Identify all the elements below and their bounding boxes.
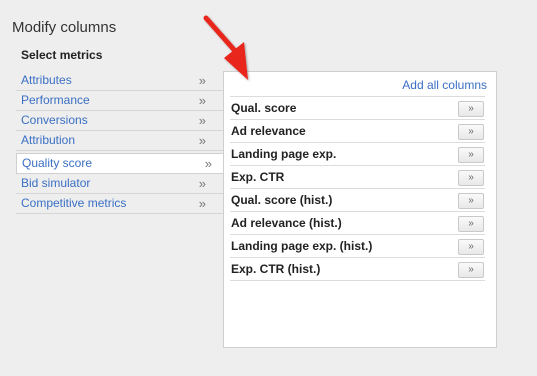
add-column-button[interactable]: » <box>458 170 484 186</box>
select-metrics-heading: Select metrics <box>21 48 103 62</box>
double-chevron-icon: » <box>198 93 206 108</box>
double-chevron-icon: » <box>204 156 212 171</box>
metric-row-qual-score: Qual. score » <box>230 96 485 119</box>
add-column-button[interactable]: » <box>458 262 484 278</box>
metric-label: Exp. CTR (hist.) <box>231 262 321 276</box>
metric-label: Exp. CTR <box>231 170 285 184</box>
double-chevron-icon: » <box>198 113 206 128</box>
metric-list: Qual. score » Ad relevance » Landing pag… <box>230 96 485 281</box>
metric-label: Landing page exp. (hist.) <box>231 239 373 253</box>
metric-label: Ad relevance <box>231 124 306 138</box>
double-chevron-icon: » <box>198 176 206 191</box>
add-column-button[interactable]: » <box>458 193 484 209</box>
category-label: Performance <box>21 93 90 107</box>
add-column-button[interactable]: » <box>458 124 484 140</box>
metric-row-exp-ctr: Exp. CTR » <box>230 165 485 188</box>
add-column-button[interactable]: » <box>458 239 484 255</box>
double-chevron-icon: » <box>198 133 206 148</box>
metric-label: Ad relevance (hist.) <box>231 216 342 230</box>
category-item-quality-score[interactable]: Quality score » <box>16 153 230 174</box>
dialog-title: Modify columns <box>12 19 117 36</box>
metric-label: Qual. score (hist.) <box>231 193 333 207</box>
category-label: Competitive metrics <box>21 196 127 210</box>
metrics-panel: Add all columns Qual. score » Ad relevan… <box>223 71 497 348</box>
metric-row-ad-relevance: Ad relevance » <box>230 119 485 142</box>
add-column-button[interactable]: » <box>458 216 484 232</box>
category-label: Attributes <box>21 73 72 87</box>
category-item-conversions[interactable]: Conversions » <box>16 111 224 131</box>
category-label: Conversions <box>21 113 88 127</box>
metric-row-exp-ctr-hist: Exp. CTR (hist.) » <box>230 257 485 281</box>
category-item-performance[interactable]: Performance » <box>16 91 224 111</box>
category-label: Bid simulator <box>21 176 91 190</box>
category-item-competitive-metrics[interactable]: Competitive metrics » <box>16 194 224 214</box>
metric-label: Landing page exp. <box>231 147 337 161</box>
metric-row-landing-page-exp: Landing page exp. » <box>230 142 485 165</box>
add-column-button[interactable]: » <box>458 101 484 117</box>
category-item-attribution[interactable]: Attribution » <box>16 131 224 151</box>
category-label: Attribution <box>21 133 76 147</box>
add-all-columns-link[interactable]: Add all columns <box>402 78 487 92</box>
metric-row-landing-page-exp-hist: Landing page exp. (hist.) » <box>230 234 485 257</box>
metric-row-qual-score-hist: Qual. score (hist.) » <box>230 188 485 211</box>
add-column-button[interactable]: » <box>458 147 484 163</box>
category-list: Attributes » Performance » Conversions »… <box>16 71 230 214</box>
category-label: Quality score <box>22 156 93 170</box>
red-arrow-annotation-icon <box>203 15 248 80</box>
category-item-attributes[interactable]: Attributes » <box>16 71 224 91</box>
category-item-bid-simulator[interactable]: Bid simulator » <box>16 174 224 194</box>
metric-row-ad-relevance-hist: Ad relevance (hist.) » <box>230 211 485 234</box>
metric-label: Qual. score <box>231 101 297 115</box>
double-chevron-icon: » <box>198 196 206 211</box>
